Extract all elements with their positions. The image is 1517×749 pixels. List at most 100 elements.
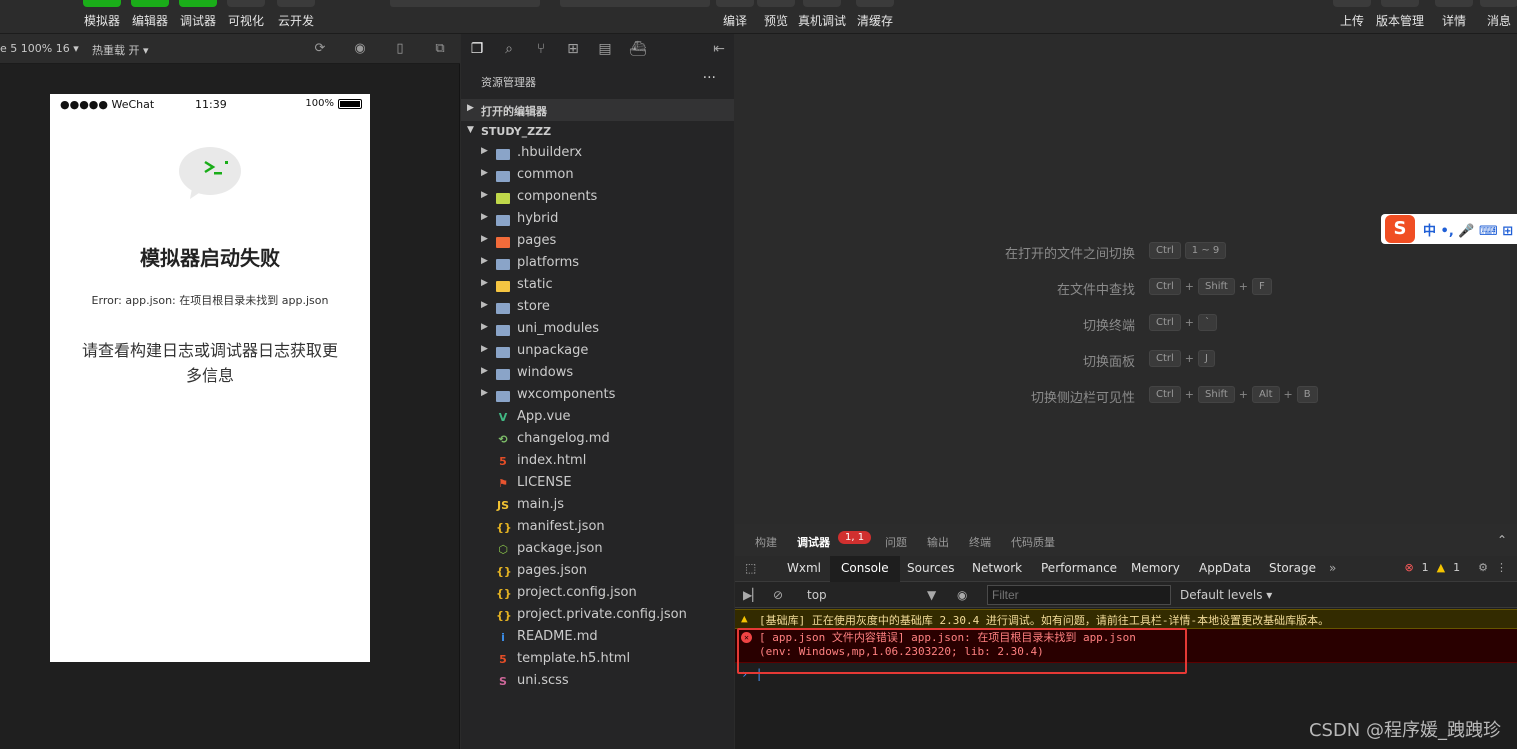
context-dropdown-icon[interactable]: ▼ xyxy=(927,588,936,602)
file-item[interactable]: 5 template.h5.html xyxy=(461,649,734,671)
file-item[interactable]: V App.vue xyxy=(461,407,734,429)
launch-error-text: Error: app.json: 在项目根目录未找到 app.json xyxy=(91,294,329,307)
search-icon[interactable]: ⌕ xyxy=(501,41,517,57)
file-item[interactable]: 5 index.html xyxy=(461,451,734,473)
mode-select[interactable] xyxy=(390,0,540,7)
folder-item[interactable]: ▶ platforms xyxy=(461,253,734,275)
eye-icon[interactable]: ◉ xyxy=(957,588,967,602)
clear-cache-button[interactable]: 清缓存 xyxy=(856,0,894,29)
folder-item[interactable]: ▶ pages xyxy=(461,231,734,253)
context-select[interactable]: top xyxy=(807,588,827,602)
clear-console-icon[interactable]: ⊘ xyxy=(773,588,783,602)
collapse-sidebar-icon[interactable]: ⇤ xyxy=(711,41,727,57)
sidebar-toggle-icon[interactable]: ▶▏ xyxy=(743,588,761,602)
file-item[interactable]: {} project.private.config.json xyxy=(461,605,734,627)
compile-button[interactable]: 编译 xyxy=(716,0,754,29)
file-item[interactable]: ⬡ package.json xyxy=(461,539,734,561)
compile-label: 编译 xyxy=(722,14,747,28)
file-item[interactable]: i README.md xyxy=(461,627,734,649)
folder-item[interactable]: ▶ static xyxy=(461,275,734,297)
file-item[interactable]: {} pages.json xyxy=(461,561,734,583)
item-name: platforms xyxy=(517,255,580,270)
more-tabs-icon[interactable]: » xyxy=(1329,561,1336,575)
explorer-icon[interactable]: ❐ xyxy=(469,41,485,57)
tab-problems[interactable]: 问题 xyxy=(885,534,907,550)
folder-item[interactable]: ▶ common xyxy=(461,165,734,187)
cloud-dev-button[interactable]: 云开发 xyxy=(277,0,315,29)
open-editors-section[interactable]: ▶ 打开的编辑器 xyxy=(461,99,734,121)
file-item[interactable]: ⚑ LICENSE xyxy=(461,473,734,495)
outline-icon[interactable]: ▤ xyxy=(597,41,613,57)
shortcut-keys: Ctrl 1 ~ 9 xyxy=(1149,242,1227,259)
folder-item[interactable]: ▶ hybrid xyxy=(461,209,734,231)
log-levels-select[interactable]: Default levels ▾ xyxy=(1180,588,1272,602)
extensions-icon[interactable]: ⊞ xyxy=(565,41,581,57)
tab-code-quality[interactable]: 代码质量 xyxy=(1011,534,1055,550)
folder-item[interactable]: ▶ windows xyxy=(461,363,734,385)
warning-icon: ▲ xyxy=(1436,561,1446,574)
debugger-count-badge: 1, 1 xyxy=(838,531,872,544)
sass-icon: S xyxy=(499,675,507,688)
tab-build[interactable]: 构建 xyxy=(755,534,777,550)
remote-debug-button[interactable]: 真机调试 xyxy=(798,0,846,29)
tab-output[interactable]: 输出 xyxy=(927,534,949,550)
folder-item[interactable]: ▶ components xyxy=(461,187,734,209)
top-toolbar: 模拟器 编辑器 调试器 可视化 云开发 编译 预览 真机调试 清缓存 上传 版本… xyxy=(0,0,1517,34)
hot-reload-toggle[interactable]: 热重载 开 ▾ xyxy=(92,42,149,58)
tab-appdata[interactable]: AppData xyxy=(1199,561,1251,575)
simulator-button[interactable]: 模拟器 xyxy=(83,0,121,29)
ime-controls[interactable]: 中 •, 🎤 ⌨ ⊞ xyxy=(1423,220,1513,239)
version-button[interactable]: 版本管理 xyxy=(1376,0,1424,29)
compile-mode-select[interactable] xyxy=(560,0,710,7)
settings-gear-icon[interactable]: ⚙ xyxy=(1478,561,1488,574)
tab-debugger[interactable]: 调试器 xyxy=(797,534,830,550)
folder-item[interactable]: ▶ store xyxy=(461,297,734,319)
tab-network[interactable]: Network xyxy=(972,561,1022,575)
chevron-up-icon[interactable]: ⌃ xyxy=(1497,533,1507,547)
upload-button[interactable]: 上传 xyxy=(1333,0,1371,29)
json-icon: {} xyxy=(496,587,512,600)
visualize-button[interactable]: 可视化 xyxy=(227,0,265,29)
folder-item[interactable]: ▶ .hbuilderx xyxy=(461,143,734,165)
folder-item[interactable]: ▶ wxcomponents xyxy=(461,385,734,407)
folder-item[interactable]: ▶ unpackage xyxy=(461,341,734,363)
chevron-right-icon: ▶ xyxy=(467,103,474,113)
details-button[interactable]: 详情 xyxy=(1435,0,1473,29)
messages-button[interactable]: 消息 xyxy=(1480,0,1517,29)
debugger-button[interactable]: 调试器 xyxy=(179,0,217,29)
file-item[interactable]: {} manifest.json xyxy=(461,517,734,539)
tab-console[interactable]: Console xyxy=(830,556,900,582)
refresh-icon[interactable]: ⟳ xyxy=(312,41,328,57)
docker-icon[interactable]: ⛴ xyxy=(629,41,647,57)
tab-wxml[interactable]: Wxml xyxy=(787,561,821,575)
tab-memory[interactable]: Memory xyxy=(1131,561,1180,575)
tab-sources[interactable]: Sources xyxy=(907,561,954,575)
folder-item[interactable]: ▶ uni_modules xyxy=(461,319,734,341)
file-item[interactable]: JS main.js xyxy=(461,495,734,517)
ime-toolbar[interactable]: S 中 •, 🎤 ⌨ ⊞ xyxy=(1381,214,1517,244)
file-item[interactable]: {} project.config.json xyxy=(461,583,734,605)
debugger-label: 调试器 xyxy=(179,14,216,28)
warning-icon: ▲ xyxy=(741,612,748,625)
key-cap: Ctrl xyxy=(1149,242,1181,259)
battery-status: 100% xyxy=(305,98,362,109)
record-icon[interactable]: ◉ xyxy=(352,41,368,57)
issue-counters[interactable]: ⊗ 1 ▲ 1 ⚙ ⋮ xyxy=(1404,561,1507,574)
preview-button[interactable]: 预览 xyxy=(757,0,795,29)
inspect-icon[interactable]: ⬚ xyxy=(745,561,756,575)
editor-button[interactable]: 编辑器 xyxy=(131,0,169,29)
detach-window-icon[interactable]: ⧉ xyxy=(432,41,448,57)
filter-input[interactable] xyxy=(987,585,1171,605)
phone-icon[interactable]: ▯ xyxy=(392,41,408,57)
kebab-menu-icon[interactable]: ⋮ xyxy=(1496,561,1507,574)
plus-sign: + xyxy=(1184,352,1195,365)
more-actions-icon[interactable]: ··· xyxy=(703,70,716,86)
file-item[interactable]: ⟲ changelog.md xyxy=(461,429,734,451)
tab-storage[interactable]: Storage xyxy=(1269,561,1316,575)
file-item[interactable]: Suni.scss xyxy=(461,671,734,693)
tab-terminal[interactable]: 终端 xyxy=(969,534,991,550)
device-select[interactable]: e 5 100% 16 ▾ xyxy=(0,42,79,55)
tab-performance[interactable]: Performance xyxy=(1041,561,1117,575)
source-control-icon[interactable]: ⑂ xyxy=(533,41,549,57)
project-section[interactable]: ▼ STUDY_ZZZ xyxy=(461,121,734,143)
